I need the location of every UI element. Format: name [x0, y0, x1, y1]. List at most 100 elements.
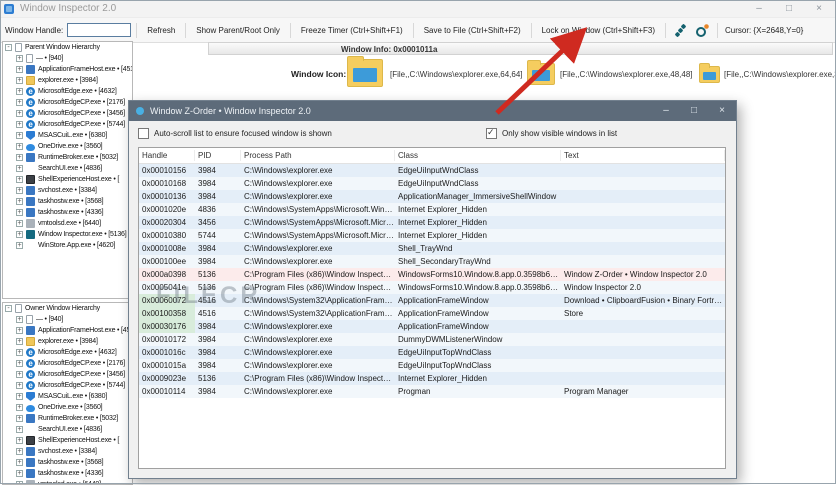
toolbar-button-refresh[interactable]: Refresh: [142, 26, 180, 35]
expand-icon[interactable]: +: [16, 132, 23, 139]
collapse-icon[interactable]: -: [5, 44, 12, 51]
visible-only-checkbox[interactable]: Only show visible windows in list: [486, 127, 617, 139]
tree-item[interactable]: + taskhostw.exe • [4336]: [3, 207, 132, 218]
expand-icon[interactable]: +: [16, 231, 23, 238]
column-header-text[interactable]: Text: [561, 150, 725, 161]
dialog-close-button[interactable]: ×: [708, 101, 736, 121]
tree-item[interactable]: + e MicrosoftEdgeCP.exe • [5744]: [3, 119, 132, 130]
expand-icon[interactable]: +: [16, 426, 23, 433]
expand-icon[interactable]: +: [16, 88, 23, 95]
expand-icon[interactable]: +: [16, 481, 23, 484]
expand-icon[interactable]: +: [16, 121, 23, 128]
expand-icon[interactable]: +: [16, 470, 23, 477]
tree-root[interactable]: - Parent Window Hierarchy: [3, 42, 132, 53]
table-row[interactable]: 0x0009023e 5136 C:\Program Files (x86)\Win…: [139, 372, 725, 385]
column-header-handle[interactable]: Handle: [139, 150, 195, 161]
expand-icon[interactable]: +: [16, 316, 23, 323]
tree-item[interactable]: + taskhostw.exe • [3568]: [3, 457, 132, 468]
expand-icon[interactable]: +: [16, 371, 23, 378]
expand-icon[interactable]: +: [16, 209, 23, 216]
table-row[interactable]: 0x0001020e 4836 C:\Windows\SystemApps\Micr…: [139, 203, 725, 216]
column-header-process-path[interactable]: Process Path: [241, 150, 395, 161]
close-button[interactable]: ×: [804, 0, 834, 17]
tree-item[interactable]: + WinStore.App.exe • [4620]: [3, 240, 132, 251]
table-row[interactable]: 0x0001016c 3984 C:\Windows\explorer.exe Edg…: [139, 346, 725, 359]
expand-icon[interactable]: +: [16, 187, 23, 194]
table-row[interactable]: 0x00030176 3984 C:\Windows\explorer.exe App…: [139, 320, 725, 333]
expand-icon[interactable]: +: [16, 110, 23, 117]
tree-item[interactable]: + OneDrive.exe • [3560]: [3, 141, 132, 152]
expand-icon[interactable]: +: [16, 393, 23, 400]
expand-icon[interactable]: +: [16, 165, 23, 172]
table-row[interactable]: 0x00010380 5744 C:\Windows\SystemApps\Micr…: [139, 229, 725, 242]
dialog-maximize-button[interactable]: □: [680, 101, 708, 121]
toolbar-button-freeze-timer-ctrl-shift-f1[interactable]: Freeze Timer (Ctrl+Shift+F1): [296, 26, 408, 35]
expand-icon[interactable]: +: [16, 176, 23, 183]
table-row[interactable]: 0x000a0398 5136 C:\Program Files (x86)\Win…: [139, 268, 725, 281]
expand-icon[interactable]: +: [16, 338, 23, 345]
expand-icon[interactable]: +: [16, 66, 23, 73]
table-row[interactable]: 0x00010172 3984 C:\Windows\explorer.exe Dum…: [139, 333, 725, 346]
tree-item[interactable]: + SearchUI.exe • [4836]: [3, 163, 132, 174]
tree-item[interactable]: + explorer.exe • [3984]: [3, 336, 132, 347]
expand-icon[interactable]: +: [16, 143, 23, 150]
table-row[interactable]: 0x00020304 3456 C:\Windows\SystemApps\Micr…: [139, 216, 725, 229]
tree-item[interactable]: + e MicrosoftEdgeCP.exe • [3456]: [3, 108, 132, 119]
tree-item[interactable]: + — • [940]: [3, 314, 132, 325]
expand-icon[interactable]: +: [16, 349, 23, 356]
tree-item[interactable]: + MSASCuiL.exe • [6380]: [3, 130, 132, 141]
autoscroll-checkbox[interactable]: Auto-scroll list to ensure focused windo…: [138, 128, 332, 139]
expand-icon[interactable]: +: [16, 99, 23, 106]
maximize-button[interactable]: □: [774, 0, 804, 17]
tree-item[interactable]: + e MicrosoftEdge.exe • [4632]: [3, 86, 132, 97]
expand-icon[interactable]: +: [16, 220, 23, 227]
tree-item[interactable]: + e MicrosoftEdgeCP.exe • [2176]: [3, 358, 132, 369]
tree-item[interactable]: + taskhostw.exe • [4336]: [3, 468, 132, 479]
checkbox-icon[interactable]: [486, 127, 497, 139]
expand-icon[interactable]: +: [16, 382, 23, 389]
tree-item[interactable]: + — • [940]: [3, 53, 132, 64]
table-row[interactable]: 0x00010136 3984 C:\Windows\explorer.exe App…: [139, 190, 725, 203]
collapse-icon[interactable]: -: [5, 305, 12, 312]
tree-item[interactable]: + vmtoolsd.exe • [6440]: [3, 479, 132, 484]
table-row[interactable]: 0x00100358 4516 C:\Windows\System32\Applic…: [139, 307, 725, 320]
column-header-class[interactable]: Class: [395, 150, 561, 161]
toolbar-button-show-parent-root-only[interactable]: Show Parent/Root Only: [191, 26, 285, 35]
expand-icon[interactable]: +: [16, 448, 23, 455]
tree-item[interactable]: + e MicrosoftEdgeCP.exe • [2176]: [3, 97, 132, 108]
expand-icon[interactable]: +: [16, 404, 23, 411]
expand-icon[interactable]: +: [16, 437, 23, 444]
expand-icon[interactable]: +: [16, 154, 23, 161]
tree-item[interactable]: + e MicrosoftEdgeCP.exe • [3456]: [3, 369, 132, 380]
tree-item[interactable]: + ShellExperienceHost.exe • [: [3, 435, 132, 446]
tree-item[interactable]: + MSASCuiL.exe • [6380]: [3, 391, 132, 402]
tree-item[interactable]: + SearchUI.exe • [4836]: [3, 424, 132, 435]
expand-icon[interactable]: +: [16, 360, 23, 367]
dialog-titlebar[interactable]: Window Z-Order • Window Inspector 2.0 – …: [129, 101, 736, 121]
tree-item[interactable]: + ApplicationFrameHost.exe • [4516]: [3, 325, 132, 336]
expand-icon[interactable]: +: [16, 327, 23, 334]
tree-item[interactable]: + explorer.exe • [3984]: [3, 75, 132, 86]
expand-icon[interactable]: +: [16, 77, 23, 84]
toolbar-button-save-to-file-ctrl-shift-f2[interactable]: Save to File (Ctrl+Shift+F2): [419, 26, 526, 35]
table-row[interactable]: 0x00010156 3984 C:\Windows\explorer.exe Edg…: [139, 164, 725, 177]
tree-item[interactable]: + OneDrive.exe • [3560]: [3, 402, 132, 413]
expand-icon[interactable]: +: [16, 415, 23, 422]
toolbar-button-lock-on-window-ctrl-shift-f3[interactable]: Lock on Window (Ctrl+Shift+F3): [537, 26, 660, 35]
checkbox-icon[interactable]: [138, 128, 149, 139]
expand-icon[interactable]: +: [16, 55, 23, 62]
dialog-minimize-button[interactable]: –: [652, 101, 680, 121]
table-row[interactable]: 0x000100ee 3984 C:\Windows\explorer.exe She…: [139, 255, 725, 268]
z-order-links-icon[interactable]: [673, 23, 688, 38]
table-row[interactable]: 0x00010168 3984 C:\Windows\explorer.exe Edg…: [139, 177, 725, 190]
tree-item[interactable]: + ApplicationFrameHost.exe • [4516]: [3, 64, 132, 75]
column-header-pid[interactable]: PID: [195, 150, 241, 161]
expand-icon[interactable]: +: [16, 459, 23, 466]
expand-icon[interactable]: +: [16, 198, 23, 205]
tree-item[interactable]: + e MicrosoftEdgeCP.exe • [5744]: [3, 380, 132, 391]
tree-item[interactable]: + RuntimeBroker.exe • [5032]: [3, 152, 132, 163]
table-row[interactable]: 0x0005041e 5136 C:\Program Files (x86)\Win…: [139, 281, 725, 294]
window-handle-input[interactable]: [67, 23, 132, 37]
expand-icon[interactable]: +: [16, 242, 23, 249]
tree-root[interactable]: - Owner Window Hierarchy: [3, 303, 132, 314]
